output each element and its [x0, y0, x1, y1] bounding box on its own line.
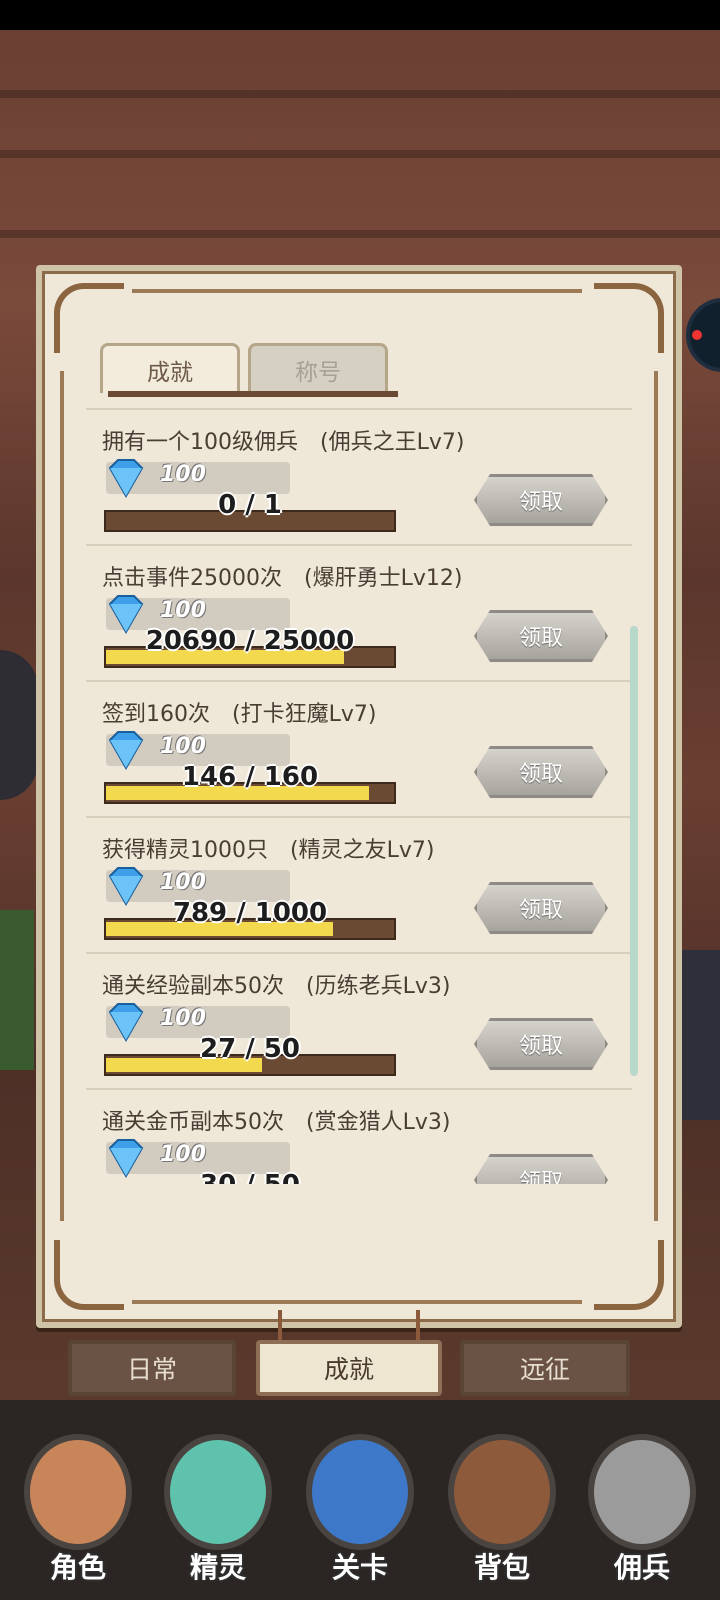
reward-amount: 100 — [160, 1006, 206, 1031]
nav-spirit[interactable]: 精灵 — [156, 1434, 280, 1594]
achievement-row: 拥有一个100级佣兵 (佣兵之王Lv7) 100 0 / 1 领取 — [86, 408, 632, 544]
tab-titles[interactable]: 称号 — [248, 343, 388, 393]
achievement-row: 通关金币副本50次 (赏金猎人Lv3) 100 30 / 50 领取 — [86, 1088, 632, 1184]
tab-expedition[interactable]: 远征 — [460, 1340, 630, 1396]
achievement-panel: 成就 称号 拥有一个100级佣兵 (佣兵之王Lv7) 100 0 / 1 领取 … — [36, 265, 682, 1328]
achievement-title: 通关金币副本50次 (赏金猎人Lv3) — [102, 1110, 451, 1135]
mercenary-icon — [588, 1434, 696, 1550]
achievement-title: 通关经验副本50次 (历练老兵Lv3) — [102, 974, 451, 999]
progress-text: 0 / 1 — [218, 490, 282, 520]
claim-button[interactable]: 领取 — [474, 474, 608, 526]
achievement-row: 通关经验副本50次 (历练老兵Lv3) 100 27 / 50 领取 — [86, 952, 632, 1088]
character-icon — [24, 1434, 132, 1550]
claim-button[interactable]: 领取 — [474, 1018, 608, 1070]
tab-achievements-bottom[interactable]: 成就 — [256, 1340, 442, 1396]
reward-amount: 100 — [160, 734, 206, 759]
backpack-icon — [448, 1434, 556, 1550]
nav-label: 背包 — [473, 1551, 530, 1584]
progress-text: 789 / 1000 — [172, 898, 328, 928]
monster-sprite — [0, 650, 38, 800]
spirit-icon — [164, 1434, 272, 1550]
nav-label: 角色 — [49, 1551, 106, 1584]
reward-amount: 100 — [160, 598, 206, 623]
achievement-title: 获得精灵1000只 (精灵之友Lv7) — [102, 838, 435, 863]
achievement-title: 点击事件25000次 (爆肝勇士Lv12) — [102, 566, 463, 591]
notification-dot — [692, 330, 702, 340]
achievement-row: 获得精灵1000只 (精灵之友Lv7) 100 789 / 1000 领取 — [86, 816, 632, 952]
achievement-row: 签到160次 (打卡狂魔Lv7) 100 146 / 160 领取 — [86, 680, 632, 816]
achievement-list[interactable]: 拥有一个100级佣兵 (佣兵之王Lv7) 100 0 / 1 领取 点击事件25… — [86, 408, 632, 1184]
achievement-title: 签到160次 (打卡狂魔Lv7) — [102, 702, 377, 727]
nav-label: 精灵 — [189, 1551, 246, 1584]
tab-divider — [108, 391, 398, 397]
achievement-title: 拥有一个100级佣兵 (佣兵之王Lv7) — [102, 430, 465, 455]
nav-character[interactable]: 角色 — [16, 1434, 140, 1594]
claim-button[interactable]: 领取 — [474, 746, 608, 798]
achievement-row: 点击事件25000次 (爆肝勇士Lv12) 100 20690 / 25000 … — [86, 544, 632, 680]
tab-daily[interactable]: 日常 — [68, 1340, 236, 1396]
nav-backpack[interactable]: 背包 — [440, 1434, 564, 1594]
stage-icon — [306, 1434, 414, 1550]
tab-achievements[interactable]: 成就 — [100, 343, 240, 393]
cactus-sprite — [0, 910, 34, 1070]
nav-stage[interactable]: 关卡 — [298, 1434, 422, 1594]
reward-amount: 100 — [160, 870, 206, 895]
progress-text: 146 / 160 — [181, 762, 319, 792]
status-bar — [0, 0, 720, 30]
reward-amount: 100 — [160, 462, 206, 487]
nav-label: 关卡 — [331, 1551, 388, 1584]
claim-button[interactable]: 领取 — [474, 882, 608, 934]
progress-text: 30 / 50 — [104, 1170, 396, 1184]
frame-ornament-icon — [54, 1240, 124, 1310]
frame-ornament-icon — [594, 283, 664, 353]
progress-text: 27 / 50 — [200, 1034, 300, 1064]
bottom-navigation: 角色 精灵 关卡 背包 佣兵 — [0, 1400, 720, 1600]
progress-text: 20690 / 25000 — [145, 626, 355, 656]
nav-label: 佣兵 — [613, 1551, 670, 1584]
list-scrollbar[interactable] — [630, 626, 638, 1076]
frame-ornament-icon — [594, 1240, 664, 1310]
claim-button[interactable]: 领取 — [474, 610, 608, 662]
nav-mercenary[interactable]: 佣兵 — [580, 1434, 704, 1594]
claim-button[interactable]: 领取 — [474, 1154, 608, 1184]
monster-sprite-right — [680, 950, 720, 1120]
reward-amount: 100 — [160, 1142, 206, 1167]
